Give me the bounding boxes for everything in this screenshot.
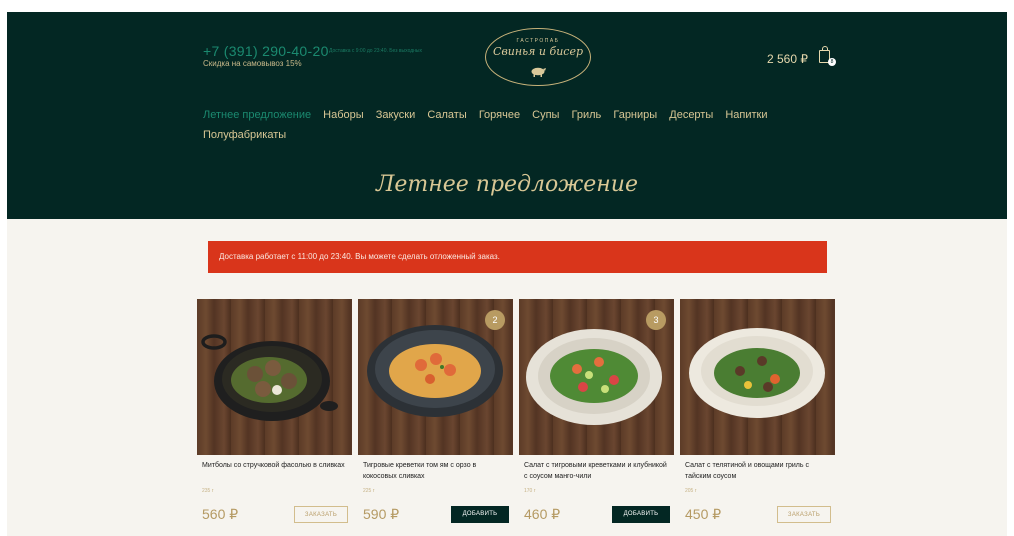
product-photo[interactable] — [197, 299, 352, 455]
product-name[interactable]: Тигровые креветки том ям с орзо в кокосо… — [363, 460, 508, 482]
product-price: 460 ₽ — [524, 506, 561, 522]
product-price: 560 ₽ — [202, 506, 239, 522]
logo-subtitle: ГАСТРОПАБ — [516, 38, 560, 44]
nav-item-hot[interactable]: Горячее — [479, 109, 520, 121]
product-name[interactable]: Салат с тигровыми креветками и клубникой… — [524, 460, 669, 482]
product-weight: 170 г — [524, 488, 536, 494]
product-name[interactable]: Митболы со стручковой фасолью в сливках — [202, 460, 347, 471]
product-card: 2 Тигровые креветки том ям с орзо в коко… — [358, 299, 513, 536]
product-price: 590 ₽ — [363, 506, 400, 522]
add-to-cart-button[interactable]: ДОБАВИТЬ — [451, 506, 509, 523]
nav-item-sides[interactable]: Гарниры — [613, 109, 657, 121]
product-weight: 225 г — [363, 488, 375, 494]
meatballs-skillet-image — [201, 334, 338, 421]
product-weight: 235 г — [202, 488, 214, 494]
product-weight: 205 г — [685, 488, 697, 494]
cart-quantity-badge: 3 — [646, 310, 666, 330]
nav-item-summer-offer[interactable]: Летнее предложение — [203, 109, 311, 121]
delivery-notice: Доставка работает с 11:00 до 23:40. Вы м… — [208, 241, 827, 273]
logo-name: Свинья и бисер — [492, 45, 583, 58]
add-to-cart-button[interactable]: ДОБАВИТЬ — [612, 506, 670, 523]
product-price: 450 ₽ — [685, 506, 722, 522]
nav-item-semi-finished[interactable]: Полуфабрикаты — [203, 129, 286, 141]
nav-item-grill[interactable]: Гриль — [572, 109, 602, 121]
logo[interactable]: ГАСТРОПАБ Свинья и бисер — [485, 28, 591, 86]
phone-link[interactable]: +7 (391) 290-40-20 — [203, 43, 329, 59]
product-name[interactable]: Салат с телятиной и овощами гриль с тайс… — [685, 460, 830, 482]
pickup-discount-text: Скидка на самовывоз 15% — [203, 59, 302, 68]
cart-quantity-badge: 2 — [485, 310, 505, 330]
product-photo[interactable] — [680, 299, 835, 455]
product-card: Митболы со стручковой фасолью в сливках … — [197, 299, 352, 536]
category-nav: Летнее предложение Наборы Закуски Салаты… — [203, 105, 803, 145]
nav-item-desserts[interactable]: Десерты — [669, 109, 713, 121]
cart-total[interactable]: 2 560 ₽ — [767, 52, 808, 66]
page-title: Летнее предложение — [376, 172, 638, 197]
product-photo[interactable]: 3 — [519, 299, 674, 455]
page: +7 (391) 290-40-20 Скидка на самовывоз 1… — [7, 12, 1007, 536]
product-photo[interactable]: 2 — [358, 299, 513, 455]
site-header: +7 (391) 290-40-20 Скидка на самовывоз 1… — [7, 12, 1007, 219]
product-card: Салат с телятиной и овощами гриль с тайс… — [680, 299, 835, 536]
cart-count-badge: 8 — [828, 58, 836, 66]
nav-item-drinks[interactable]: Напитки — [725, 109, 767, 121]
nav-item-salads[interactable]: Салаты — [427, 109, 466, 121]
order-button[interactable]: ЗАКАЗАТЬ — [294, 506, 348, 523]
order-button[interactable]: ЗАКАЗАТЬ — [777, 506, 831, 523]
nav-item-soups[interactable]: Супы — [532, 109, 559, 121]
veal-salad-image — [689, 328, 825, 418]
product-card: 3 Салат с тигровыми креветками и клубник… — [519, 299, 674, 536]
nav-item-snacks[interactable]: Закуски — [376, 109, 416, 121]
nav-item-sets[interactable]: Наборы — [323, 109, 364, 121]
pig-icon — [531, 67, 546, 77]
delivery-hours-text: Доставка с 9:00 до 23:40. Без выходных — [329, 48, 423, 54]
